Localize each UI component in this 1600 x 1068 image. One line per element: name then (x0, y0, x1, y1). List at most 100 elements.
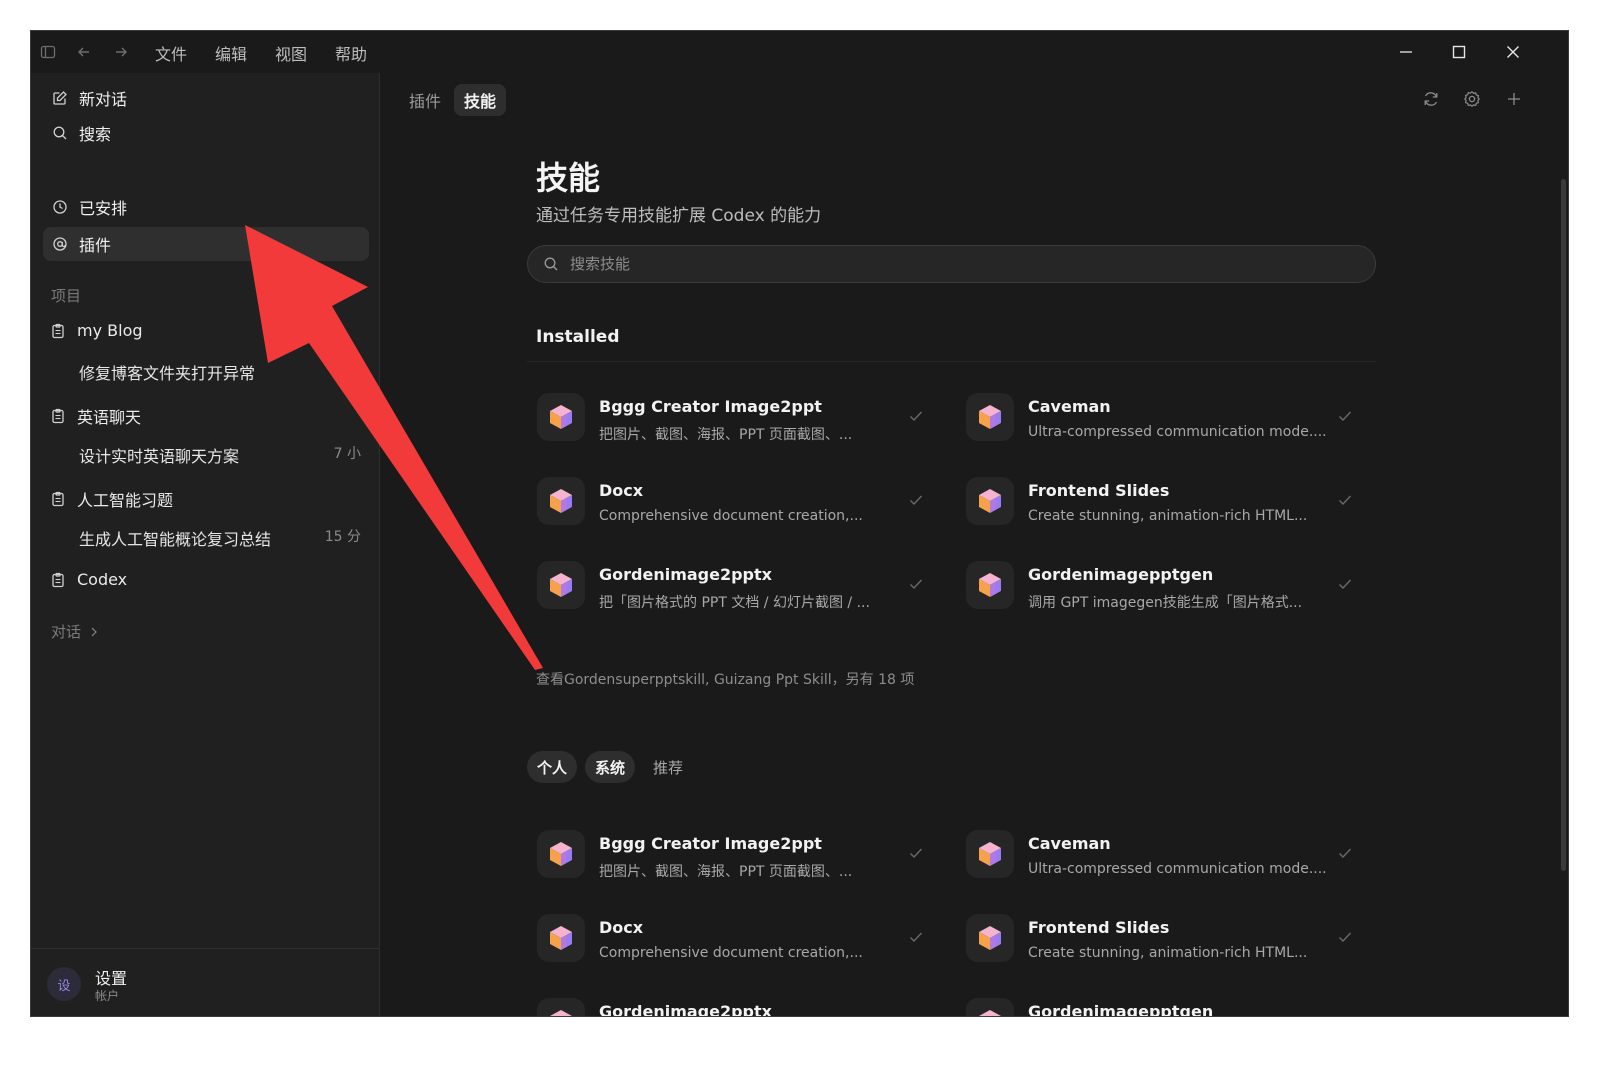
thread-age: 15 分 (324, 529, 361, 545)
skill-cube-icon (537, 561, 585, 609)
skill-description: 把图片、截图、海报、PPT 页面截图、... (599, 864, 853, 880)
new-chat-label: 新对话 (79, 90, 128, 109)
minimize-button[interactable] (1393, 39, 1419, 65)
sidebar-toggle-icon[interactable] (37, 41, 59, 63)
skill-card[interactable]: Caveman Ultra-compressed communication mo… (966, 822, 1366, 886)
add-icon[interactable] (1503, 88, 1525, 110)
forward-arrow-icon[interactable] (110, 41, 132, 63)
menu-help[interactable]: 帮助 (335, 41, 367, 65)
thread-title: 生成人工智能概论复习总结 (79, 530, 272, 549)
project-ai-exercises[interactable]: 人工智能习题 (49, 487, 173, 511)
skill-card[interactable]: Bggg Creator Image2ppt 把图片、截图、海报、PPT 页面截图… (537, 385, 937, 449)
search-icon (542, 255, 560, 273)
page-subtitle: 通过任务专用技能扩展 Codex 的能力 (536, 206, 822, 226)
projects-heading: 项目 (51, 287, 82, 305)
thread-item[interactable]: 修复博客文件夹打开异常 (79, 360, 361, 384)
sidebar-item-label: 已安排 (79, 199, 128, 218)
more-skills-link[interactable]: 查看Gordensuperpptskill, Guizang Ppt Skill… (536, 669, 914, 689)
sidebar: 新对话 搜索 已安排 插件 项目 my Blog 修复博客文件夹打开异常 英语聊… (31, 73, 380, 1016)
skill-card[interactable]: Gordenimagepptgen (966, 990, 1366, 1017)
thread-item[interactable]: 生成人工智能概论复习总结 15 分 (79, 526, 361, 550)
clock-icon (51, 198, 69, 216)
check-icon (907, 575, 925, 593)
filter-recommended[interactable]: 推荐 (643, 751, 693, 783)
skill-description: Create stunning, animation-rich HTML... (1028, 508, 1308, 524)
skill-description: Ultra-compressed communication mode.... (1028, 424, 1327, 440)
filter-personal[interactable]: 个人 (527, 751, 578, 783)
search-label: 搜索 (79, 125, 112, 144)
skill-description: Comprehensive document creation,... (599, 508, 863, 524)
account-label: 帐户 (95, 989, 120, 1003)
plugin-icon (51, 235, 69, 253)
chats-label: 对话 (51, 623, 82, 641)
search-button[interactable]: 搜索 (43, 116, 369, 150)
skill-card[interactable]: Docx Comprehensive document creation,... (537, 906, 937, 970)
menu-view[interactable]: 视图 (275, 41, 307, 65)
check-icon (1336, 575, 1354, 593)
back-arrow-icon[interactable] (73, 41, 95, 63)
skill-card[interactable]: Frontend Slides Create stunning, animatio… (966, 469, 1366, 533)
refresh-icon[interactable] (1420, 88, 1442, 110)
project-name: 英语聊天 (77, 408, 142, 427)
skill-card[interactable]: Docx Comprehensive document creation,... (537, 469, 937, 533)
skill-cube-icon (966, 393, 1014, 441)
skill-card[interactable]: Gordenimage2pptx (537, 990, 937, 1016)
main-panel: 插件 技能 技能 通过任务专用技能扩展 Codex 的能力 Installed … (381, 73, 1568, 1017)
skill-cube-icon (966, 914, 1014, 962)
new-chat-button[interactable]: 新对话 (43, 81, 369, 115)
filter-system[interactable]: 系统 (585, 751, 636, 783)
skill-name: Gordenimage2pptx (599, 565, 772, 584)
menu-file[interactable]: 文件 (155, 41, 187, 65)
account-area[interactable]: 设 设置 帐户 (31, 948, 379, 1016)
project-codex[interactable]: Codex (49, 570, 127, 589)
sidebar-item-plugins[interactable]: 插件 (43, 227, 369, 261)
skill-cube-icon (537, 914, 585, 962)
check-icon (907, 407, 925, 425)
maximize-button[interactable] (1446, 39, 1472, 65)
skill-search-box[interactable] (527, 245, 1376, 283)
skill-card[interactable]: Bggg Creator Image2ppt 把图片、截图、海报、PPT 页面截图… (537, 822, 937, 886)
check-icon (1336, 844, 1354, 862)
skill-name: Gordenimagepptgen (1028, 1002, 1214, 1017)
skill-cube-icon (966, 830, 1014, 878)
skill-name: Gordenimagepptgen (1028, 565, 1214, 584)
project-name: 人工智能习题 (77, 491, 174, 510)
close-button[interactable] (1500, 39, 1526, 65)
page-title: 技能 (536, 159, 601, 197)
search-icon (51, 124, 69, 142)
skill-cube-icon (537, 393, 585, 441)
skill-description: Create stunning, animation-rich HTML... (1028, 945, 1308, 961)
skill-card[interactable]: Frontend Slides Create stunning, animatio… (966, 906, 1366, 970)
check-icon (1336, 407, 1354, 425)
check-icon (1336, 928, 1354, 946)
sidebar-item-scheduled[interactable]: 已安排 (43, 190, 369, 224)
skill-description: 把「图片格式的 PPT 文档 / 幻灯片截图 / ... (599, 595, 870, 611)
check-icon (907, 491, 925, 509)
gear-icon[interactable] (1461, 88, 1483, 110)
chats-heading[interactable]: 对话 (51, 621, 99, 642)
skill-name: Bggg Creator Image2ppt (599, 834, 822, 853)
skill-card[interactable]: Gordenimage2pptx 把「图片格式的 PPT 文档 / 幻灯片截图 /… (537, 553, 937, 617)
skill-search-input[interactable] (570, 255, 1350, 273)
skill-card[interactable]: Caveman Ultra-compressed communication mo… (966, 385, 1366, 449)
check-icon (907, 928, 925, 946)
skill-description: 把图片、截图、海报、PPT 页面截图、... (599, 427, 853, 443)
project-icon (49, 322, 67, 340)
skill-card[interactable]: Gordenimagepptgen 调用 GPT imagegen技能生成「图片格… (966, 553, 1366, 617)
skill-name: Caveman (1028, 834, 1111, 853)
check-icon (907, 844, 925, 862)
project-my-blog[interactable]: my Blog (49, 321, 143, 340)
menu-edit[interactable]: 编辑 (215, 41, 247, 65)
thread-item[interactable]: 设计实时英语聊天方案 7 小 (79, 443, 361, 467)
tab-plugins[interactable]: 插件 (399, 84, 451, 116)
tab-skills[interactable]: 技能 (454, 84, 507, 116)
title-bar: 文件 编辑 视图 帮助 (31, 31, 1568, 73)
skill-cube-icon (537, 477, 585, 525)
app-window: 文件 编辑 视图 帮助 新对话 搜索 已安排 插件 项目 my Blog 修复博… (30, 30, 1569, 1017)
sidebar-item-label: 插件 (79, 236, 112, 255)
project-english-chat[interactable]: 英语聊天 (49, 404, 141, 428)
check-icon (1336, 1012, 1354, 1016)
thread-age: 7 小 (333, 446, 361, 462)
project-name: Codex (77, 570, 128, 589)
scrollbar[interactable] (1561, 179, 1566, 871)
